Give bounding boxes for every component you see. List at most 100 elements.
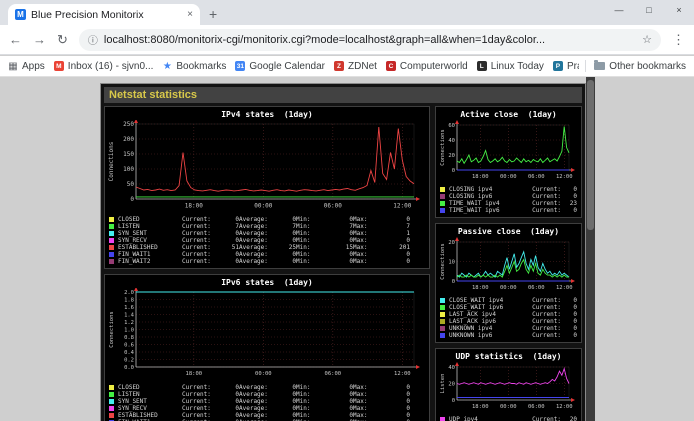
graph-udp-statistics: UDP statistics (1day) 0204018:0000:0006:… [435,348,582,421]
legend-stat: Average:0 [239,412,296,419]
legend-row: FIN_WAIT2Current:0Average:0Min:0Max:0 [109,258,425,265]
legend-stat: Average:0 [239,216,296,223]
window-close-icon[interactable]: × [664,0,694,20]
graph-active-close: Active close (1day) 020406018:0000:0006:… [435,106,582,218]
legend-stat: Max:0 [353,405,410,412]
svg-text:0: 0 [452,398,455,404]
legend-stat: Min:0 [296,412,353,419]
forward-icon[interactable]: → [33,32,46,47]
svg-text:0: 0 [452,168,455,174]
window-minimize-icon[interactable]: — [604,0,634,20]
legend-stat: Max:1 [353,230,410,237]
legend-name: LAST_ACK ipv6 [449,318,515,325]
legend-swatch [109,224,114,229]
legend-stat: Min:0 [296,384,353,391]
legend-swatch [440,333,445,338]
svg-text:18:00: 18:00 [472,404,489,410]
bookmark-label: Inbox (16) - sjvn0... [68,61,154,72]
legend-stat: Current:0 [182,391,239,398]
legend-swatch [109,245,114,250]
svg-text:0.4: 0.4 [124,350,135,356]
legend-stat: Max:0 [353,398,410,405]
bookmark-bookmarks-folder[interactable]: ★Bookmarks [162,61,226,72]
svg-text:20: 20 [448,153,455,159]
graph-legend: UDP ipv4Current:20UDP ipv6Current:3 [437,415,580,421]
graph-title: UDP statistics (1day) [437,350,580,362]
bookmark-google-calendar[interactable]: 31Google Calendar [235,61,325,72]
bookmark-zdnet[interactable]: ZZDNet [334,61,377,72]
svg-text:18:00: 18:00 [472,285,489,291]
legend-row: SYN_SENTCurrent:0Average:0Min:0Max:1 [109,230,425,237]
legend-swatch [109,217,114,222]
other-bookmarks[interactable]: Other bookmarks [594,61,686,72]
legend-swatch [440,326,445,331]
legend-stat: Min:0 [296,237,353,244]
svg-text:18:00: 18:00 [185,203,203,210]
legend-stat: Current:0 [182,405,239,412]
legend-stat: Max:0 [353,384,410,391]
legend-stat: Current:23 [532,200,577,207]
legend-swatch [109,413,114,418]
svg-text:00:00: 00:00 [500,174,517,180]
legend-name: UNKNOWN ipv4 [449,325,515,332]
legend-stat: Current:0 [532,186,577,193]
svg-text:0.2: 0.2 [124,358,134,364]
page-info-icon[interactable]: ⓘ [88,32,98,47]
svg-text:06:00: 06:00 [528,404,545,410]
bookmark-computerworld[interactable]: CComputerworld [386,61,468,72]
legend-swatch [109,385,114,390]
legend-name: CLOSING ipv6 [449,193,515,200]
reload-icon[interactable]: ↻ [57,32,68,48]
url-text[interactable]: localhost:8080/monitorix-cgi/monitorix.c… [104,34,636,46]
legend-swatch [109,399,114,404]
bookmark-label: Bookmarks [176,61,226,72]
back-icon[interactable]: ← [9,32,22,47]
window-maximize-icon[interactable]: □ [634,0,664,20]
graphs-grid: IPv4 states (1day) 05010015020025018:000… [104,106,582,421]
svg-text:0.0: 0.0 [124,365,134,371]
svg-text:00:00: 00:00 [500,404,517,410]
new-tab-button[interactable]: + [209,6,217,22]
svg-text:Listen: Listen [440,374,446,394]
legend-stat: Average:0 [239,398,296,405]
address-bar[interactable]: ⓘ localhost:8080/monitorix-cgi/monitorix… [79,29,661,51]
graph-legend: CLOSEDCurrent:0Average:0Min:0Max:0LISTEN… [106,215,428,267]
page-scrollbar[interactable] [586,77,595,421]
tab-close-icon[interactable]: × [187,9,193,20]
legend-name: UDP ipv4 [449,416,515,421]
legend-name: SYN_RECV [118,405,182,412]
legend-stat: Min:15 [296,244,353,251]
browser-tab[interactable]: M Blue Precision Monitorix × [8,4,200,25]
bookmark-practical-technology[interactable]: PPractical Technol... [553,61,579,72]
scrollbar-thumb[interactable] [587,80,594,230]
zdnet-icon: Z [334,61,344,71]
legend-row: TIME_WAIT ipv4 Current:23 [440,200,577,207]
legend-stat: Current:0 [532,304,577,311]
svg-text:12:00: 12:00 [556,285,573,291]
legend-swatch [440,201,445,206]
bookmark-apps[interactable]: ▦Apps [8,61,45,72]
svg-text:18:00: 18:00 [186,371,203,377]
bookmark-label: Linux Today [491,61,544,72]
window-controls: — □ × [604,0,694,20]
svg-text:0: 0 [130,196,134,203]
bookmark-gmail-inbox[interactable]: MInbox (16) - sjvn0... [54,61,154,72]
legend-stat: Current:0 [532,311,577,318]
legend-name: TIME_WAIT ipv4 [449,200,515,207]
graph-ipv6-states: IPv6 states (1day) 0.00.20.40.60.81.01.2… [104,274,430,421]
bookmark-star-icon[interactable]: ☆ [642,33,652,46]
svg-text:06:00: 06:00 [324,203,342,210]
graph-title: IPv6 states (1day) [106,276,428,288]
svg-text:2.0: 2.0 [124,290,134,296]
legend-swatch [440,312,445,317]
browser-menu-icon[interactable]: ⋮ [672,32,685,48]
graph-title: Active close (1day) [437,108,580,120]
legend-stat: Current:0 [532,332,577,339]
legend-name: FIN_WAIT1 [118,251,182,258]
legend-name: ESTABLISHED [118,412,182,419]
svg-text:100: 100 [123,166,134,173]
practical-technology-icon: P [553,61,563,71]
svg-text:40: 40 [448,138,455,144]
bookmark-linux-today[interactable]: LLinux Today [477,61,544,72]
svg-text:0.6: 0.6 [124,343,134,349]
